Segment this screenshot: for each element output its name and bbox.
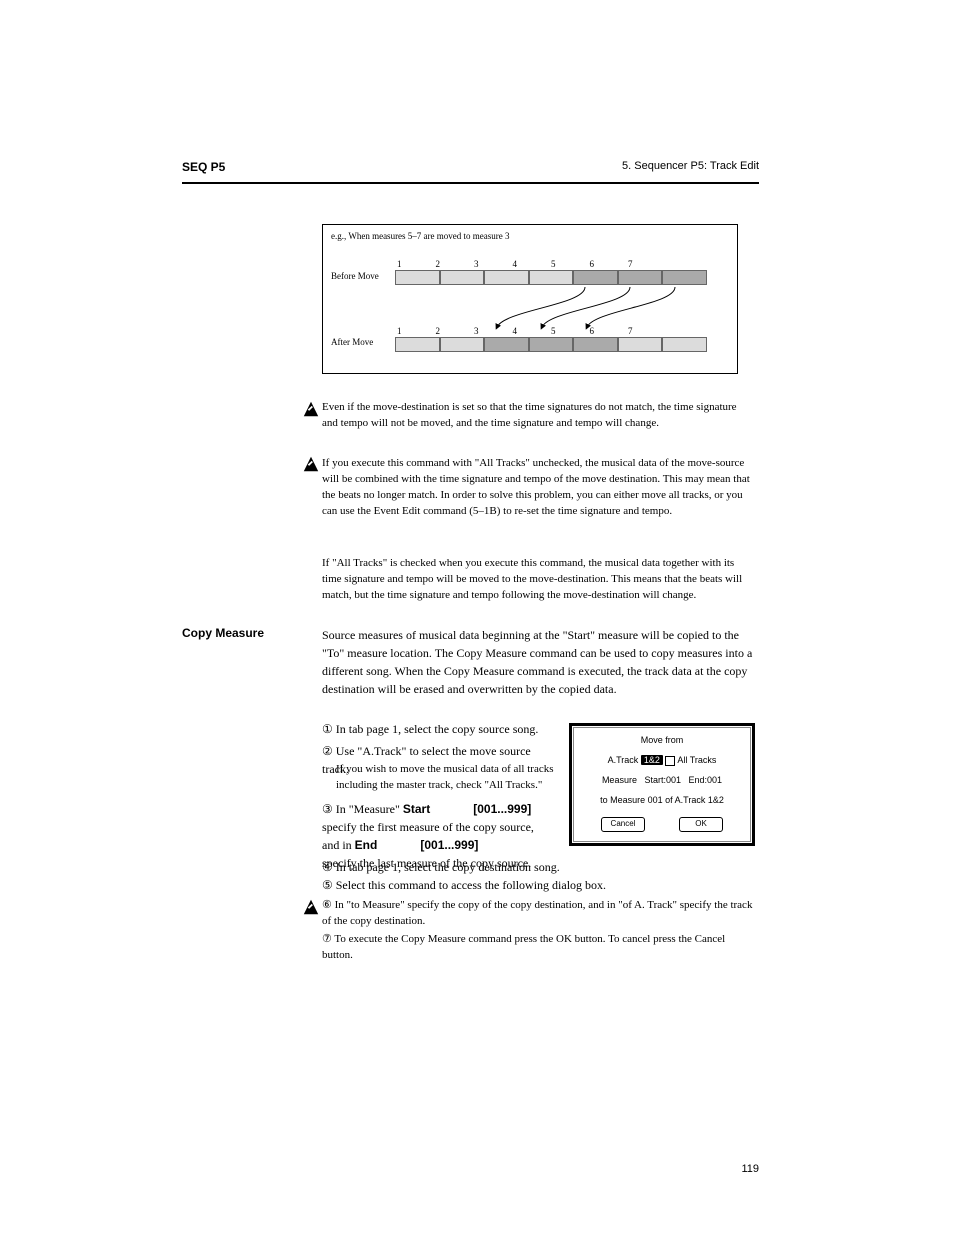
header-section: SEQ P5: [182, 160, 225, 174]
dialog-to-line: to Measure 001 of A.Track 1&2: [571, 795, 753, 805]
header-rule: [182, 182, 759, 184]
cancel-button[interactable]: Cancel: [601, 817, 645, 832]
diagram-after-label: After Move: [331, 337, 373, 347]
start-label: Start: [403, 802, 430, 816]
end-range: [001...999]: [420, 838, 478, 852]
copy-body: Source measures of musical data beginnin…: [322, 626, 754, 698]
move-dialog: Move from A.Track 1&2 All Tracks Measure…: [569, 723, 755, 846]
copy-step4: ④ In tab page 1, select the copy destina…: [322, 858, 754, 876]
note-icon: [302, 898, 320, 916]
diagram-before-label: Before Move: [331, 271, 379, 281]
dialog-title: Move from: [571, 735, 753, 745]
section-title: Copy Measure: [182, 626, 302, 640]
diagram-nums-top: 1234567: [397, 259, 667, 269]
note-2a: If you execute this command with "All Tr…: [322, 456, 754, 520]
copy-step5: ⑤ Select this command to access the foll…: [322, 876, 754, 894]
diagram-caption: e.g., When measures 5–7 are moved to mea…: [331, 231, 510, 241]
dialog-measure-label: Measure: [602, 775, 637, 785]
dialog-start-label: Start:001: [644, 775, 681, 785]
page-number: 119: [741, 1163, 759, 1175]
step3-part1: ③ In "Measure": [322, 802, 403, 816]
end-label: End: [355, 838, 378, 852]
dialog-atrack-value[interactable]: 1&2: [641, 755, 663, 765]
diagram-nums-bot: 1234567: [397, 326, 667, 336]
dialog-atrack-label: A.Track: [608, 755, 639, 765]
dialog-alltracks-checkbox[interactable]: [665, 756, 675, 766]
note-2b: If "All Tracks" is checked when you exec…: [322, 556, 754, 604]
copy-step2-note: If you wish to move the musical data of …: [336, 762, 554, 794]
move-diagram: e.g., When measures 5–7 are moved to mea…: [322, 224, 738, 374]
note-icon: [302, 455, 320, 473]
copy-step6: ⑥ In "to Measure" specify the copy of th…: [322, 898, 754, 930]
start-range: [001...999]: [473, 802, 531, 816]
note-1: Even if the move-destination is set so t…: [322, 400, 754, 432]
dialog-alltracks-label: All Tracks: [677, 755, 716, 765]
copy-step7: ⑦ To execute the Copy Measure command pr…: [322, 932, 754, 964]
note-icon: [302, 400, 320, 418]
copy-step1: ① In tab page 1, select the copy source …: [322, 720, 554, 738]
header-title: 5. Sequencer P5: Track Edit: [622, 160, 759, 172]
dialog-end-label: End:001: [689, 775, 723, 785]
ok-button[interactable]: OK: [679, 817, 723, 832]
